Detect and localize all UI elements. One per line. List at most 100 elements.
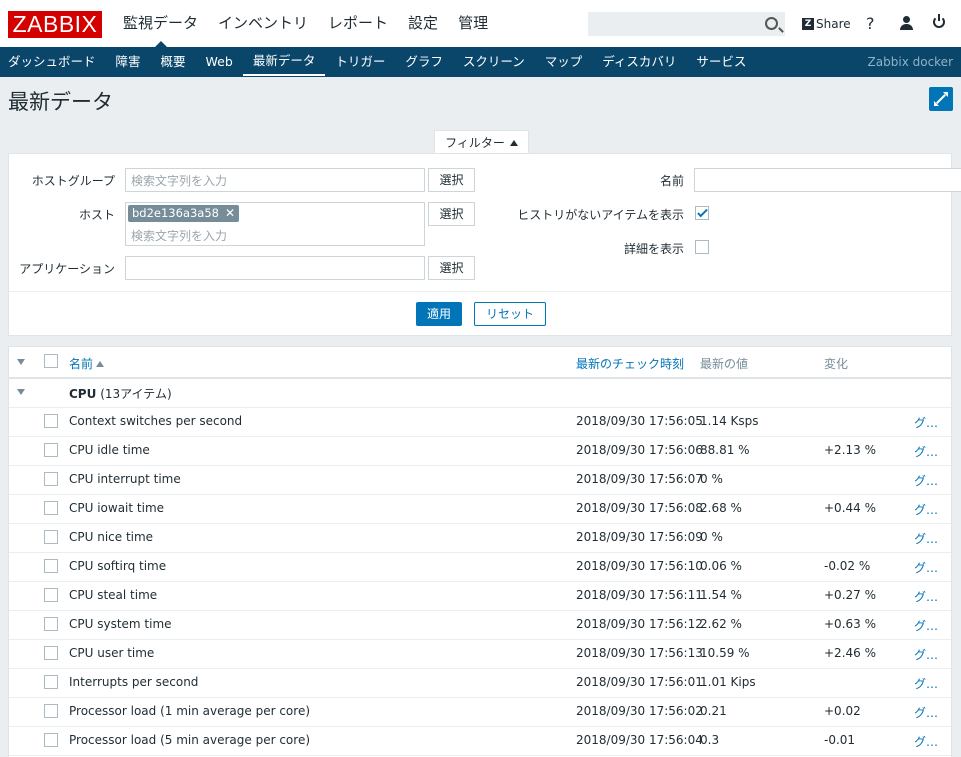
- row-checkbox[interactable]: [44, 414, 58, 428]
- zabbix-logo[interactable]: ZABBIX: [8, 11, 102, 38]
- show-details-label: 詳細を表示: [623, 242, 684, 256]
- search-input[interactable]: [588, 12, 785, 36]
- sign-out-icon[interactable]: [933, 14, 945, 28]
- item-change: +0.02: [824, 704, 861, 718]
- item-name: CPU softirq time: [69, 559, 167, 573]
- row-checkbox[interactable]: [44, 646, 58, 660]
- row-checkbox[interactable]: [44, 675, 58, 689]
- graph-link[interactable]: グ…: [914, 443, 938, 460]
- last-check-column-header[interactable]: 最新のチェック時刻: [576, 355, 684, 372]
- graph-link[interactable]: グ…: [914, 472, 938, 489]
- row-checkbox[interactable]: [44, 559, 58, 573]
- row-checkbox[interactable]: [44, 530, 58, 544]
- show-details-checkbox[interactable]: [695, 240, 709, 254]
- item-name: CPU iowait time: [69, 501, 165, 515]
- apply-button[interactable]: 適用: [416, 302, 462, 326]
- menu-configuration[interactable]: 設定: [398, 0, 448, 47]
- name-input[interactable]: [694, 168, 961, 192]
- item-change: +0.44 %: [824, 501, 876, 515]
- top-header: ZABBIX 監視データ インベントリ レポート 設定 管理 Z Share ?: [0, 0, 961, 48]
- subnav-triggers[interactable]: トリガー: [325, 47, 395, 77]
- table-row: CPU steal time 2018/09/30 17:56:11 1.54 % +…: [9, 581, 951, 611]
- sort-asc-icon: [96, 361, 105, 367]
- host-group-label: ホストグループ: [31, 174, 115, 188]
- host-select-button[interactable]: 選択: [428, 202, 475, 226]
- page-title: 最新データ: [8, 90, 113, 114]
- name-column-header[interactable]: 名前: [69, 355, 105, 372]
- subnav-graphs[interactable]: グラフ: [395, 47, 453, 77]
- latest-data-table: 名前 最新のチェック時刻 最新の値 変化 CPU (13アイテム) Contex…: [8, 346, 952, 757]
- menu-reports[interactable]: レポート: [318, 0, 398, 47]
- show-no-history-checkbox[interactable]: [695, 206, 709, 220]
- graph-link[interactable]: グ…: [914, 675, 938, 692]
- graph-link[interactable]: グ…: [914, 733, 938, 750]
- subnav-latest-data[interactable]: 最新データ: [242, 47, 326, 76]
- item-last-value: 2.68 %: [700, 501, 742, 515]
- show-no-history-label: ヒストリがないアイテムを表示: [517, 208, 684, 222]
- group-collapse-icon[interactable]: [17, 389, 25, 395]
- help-icon[interactable]: ?: [866, 14, 875, 33]
- subnav-web[interactable]: Web: [196, 47, 243, 77]
- filter-tab[interactable]: フィルター: [434, 130, 529, 155]
- host-tag-label: bd2e136a3a58: [132, 206, 219, 220]
- subnav-screens[interactable]: スクリーン: [453, 47, 535, 77]
- item-name: CPU steal time: [69, 588, 158, 602]
- graph-link[interactable]: グ…: [914, 588, 938, 605]
- item-last-check: 2018/09/30 17:56:07: [576, 472, 703, 486]
- graph-link[interactable]: グ…: [914, 646, 938, 663]
- item-last-value: 0 %: [700, 472, 723, 486]
- fullscreen-button[interactable]: [929, 87, 953, 111]
- collapse-all-icon[interactable]: [17, 359, 25, 365]
- subnav-services[interactable]: サービス: [686, 47, 756, 77]
- item-change: -0.01: [824, 733, 856, 747]
- host-group-input[interactable]: 検索文字列を入力: [125, 168, 425, 192]
- row-checkbox[interactable]: [44, 443, 58, 457]
- application-select-button[interactable]: 選択: [428, 256, 475, 280]
- table-row: CPU interrupt time 2018/09/30 17:56:07 0 %…: [9, 465, 951, 495]
- item-name: Processor load (1 min average per core): [69, 704, 311, 718]
- graph-link[interactable]: グ…: [914, 530, 938, 547]
- table-row: Context switches per second 2018/09/30 17…: [9, 407, 951, 437]
- item-change: +2.13 %: [824, 443, 876, 457]
- table-header: 名前 最新のチェック時刻 最新の値 変化: [9, 347, 951, 379]
- search-icon[interactable]: [765, 17, 778, 30]
- select-all-checkbox[interactable]: [44, 354, 58, 368]
- item-last-check: 2018/09/30 17:56:10: [576, 559, 703, 573]
- graph-link[interactable]: グ…: [914, 617, 938, 634]
- table-row: Processor load (5 min average per core) 2…: [9, 726, 951, 756]
- subnav-overview[interactable]: 概要: [151, 47, 196, 77]
- menu-inventory[interactable]: インベントリ: [208, 0, 318, 47]
- table-row: Processor load (1 min average per core) 2…: [9, 697, 951, 727]
- row-checkbox[interactable]: [44, 704, 58, 718]
- application-input[interactable]: [125, 256, 425, 280]
- item-name: CPU nice time: [69, 530, 154, 544]
- graph-link[interactable]: グ…: [914, 559, 938, 576]
- item-last-check: 2018/09/30 17:56:02: [576, 704, 703, 718]
- row-checkbox[interactable]: [44, 588, 58, 602]
- reset-button[interactable]: リセット: [474, 302, 546, 326]
- item-change: +0.63 %: [824, 617, 876, 631]
- remove-tag-icon[interactable]: ✕: [225, 205, 235, 222]
- row-checkbox[interactable]: [44, 472, 58, 486]
- host-group-select-button[interactable]: 選択: [428, 168, 475, 192]
- row-checkbox[interactable]: [44, 733, 58, 747]
- graph-link[interactable]: グ…: [914, 414, 938, 431]
- subnav-problems[interactable]: 障害: [106, 47, 151, 77]
- item-change: +2.46 %: [824, 646, 876, 660]
- item-last-value: 0 %: [700, 530, 723, 544]
- subnav-maps[interactable]: マップ: [535, 47, 593, 77]
- user-profile-icon[interactable]: [899, 16, 913, 31]
- graph-link[interactable]: グ…: [914, 501, 938, 518]
- row-checkbox[interactable]: [44, 501, 58, 515]
- subnav-dashboard[interactable]: ダッシュボード: [0, 47, 106, 77]
- menu-administration[interactable]: 管理: [448, 0, 498, 47]
- table-row: CPU system time 2018/09/30 17:56:12 2.62 %…: [9, 610, 951, 640]
- subnav-discovery[interactable]: ディスカバリ: [592, 47, 686, 77]
- graph-link[interactable]: グ…: [914, 704, 938, 721]
- menu-monitoring[interactable]: 監視データ: [113, 0, 208, 48]
- item-last-check: 2018/09/30 17:56:05: [576, 414, 703, 428]
- item-last-check: 2018/09/30 17:56:11: [576, 588, 703, 602]
- row-checkbox[interactable]: [44, 617, 58, 631]
- share-button[interactable]: Z Share: [802, 17, 851, 31]
- item-last-check: 2018/09/30 17:56:09: [576, 530, 703, 544]
